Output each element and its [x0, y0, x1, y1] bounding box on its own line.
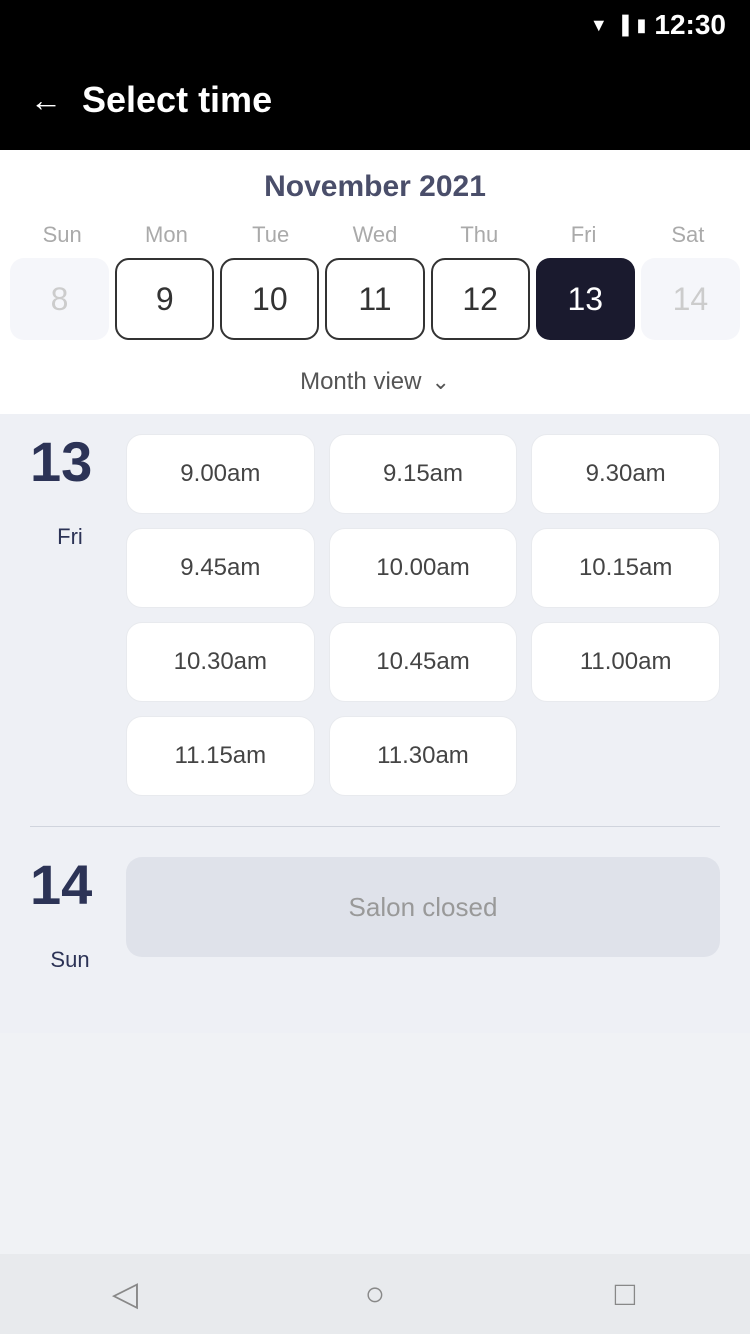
nav-recent-button[interactable]: □	[595, 1264, 655, 1324]
weekday-mon: Mon	[114, 222, 218, 248]
month-view-toggle[interactable]: Month view ⌄	[0, 354, 750, 414]
day-info-13: 13 Fri	[30, 434, 110, 550]
day-name-14: Sun	[30, 947, 110, 973]
header: ← Select time	[0, 50, 750, 150]
signal-icon: ▐	[616, 15, 629, 36]
salon-closed-label: Salon closed	[349, 892, 498, 923]
day-13[interactable]: 13	[536, 258, 635, 340]
time-slot-1000am[interactable]: 10.00am	[329, 528, 518, 608]
weekday-thu: Thu	[427, 222, 531, 248]
time-slot-930am[interactable]: 9.30am	[531, 434, 720, 514]
day-name-13: Fri	[30, 524, 110, 550]
day-number-14: 14	[30, 857, 110, 913]
day-section-13: 13 Fri 9.00am 9.15am 9.30am 9.45am 10.00…	[30, 434, 720, 796]
calendar-section: November 2021 Sun Mon Tue Wed Thu Fri Sa…	[0, 150, 750, 414]
time-slot-1015am[interactable]: 10.15am	[531, 528, 720, 608]
time-slot-1100am[interactable]: 11.00am	[531, 622, 720, 702]
day-row-13: 13 Fri 9.00am 9.15am 9.30am 9.45am 10.00…	[30, 434, 720, 796]
day-10[interactable]: 10	[220, 258, 319, 340]
time-slot-900am[interactable]: 9.00am	[126, 434, 315, 514]
day-info-14: 14 Sun	[30, 857, 110, 973]
day-12[interactable]: 12	[431, 258, 530, 340]
weekday-tue: Tue	[219, 222, 323, 248]
time-grid-13: 9.00am 9.15am 9.30am 9.45am 10.00am 10.1…	[126, 434, 720, 796]
days-row: 8 9 10 11 12 13 14	[0, 258, 750, 340]
time-slot-1115am[interactable]: 11.15am	[126, 716, 315, 796]
day-11[interactable]: 11	[325, 258, 424, 340]
month-label: November 2021	[0, 170, 750, 204]
weekday-sun: Sun	[10, 222, 114, 248]
battery-icon: ▮	[636, 15, 646, 36]
time-slot-1030am[interactable]: 10.30am	[126, 622, 315, 702]
back-button[interactable]: ←	[30, 84, 62, 116]
weekday-wed: Wed	[323, 222, 427, 248]
closed-container: Salon closed	[126, 857, 720, 957]
nav-home-button[interactable]: ○	[345, 1264, 405, 1324]
day-8[interactable]: 8	[10, 258, 109, 340]
time-slot-945am[interactable]: 9.45am	[126, 528, 315, 608]
status-time: 12:30	[654, 9, 726, 41]
weekday-sat: Sat	[636, 222, 740, 248]
weekday-fri: Fri	[531, 222, 635, 248]
time-slots-section: 13 Fri 9.00am 9.15am 9.30am 9.45am 10.00…	[0, 414, 750, 1033]
weekday-row: Sun Mon Tue Wed Thu Fri Sat	[0, 222, 750, 248]
day-9[interactable]: 9	[115, 258, 214, 340]
bottom-nav: ◁ ○ □	[0, 1254, 750, 1334]
time-slot-915am[interactable]: 9.15am	[329, 434, 518, 514]
chevron-down-icon: ⌄	[431, 369, 449, 395]
status-bar: ▼ ▐ ▮ 12:30	[0, 0, 750, 50]
month-view-label: Month view	[300, 368, 421, 396]
day-number-13: 13	[30, 434, 110, 490]
day-section-14: 14 Sun Salon closed	[30, 857, 720, 973]
page-title: Select time	[82, 79, 272, 121]
time-slot-1130am[interactable]: 11.30am	[329, 716, 518, 796]
day-14[interactable]: 14	[641, 258, 740, 340]
time-slot-1045am[interactable]: 10.45am	[329, 622, 518, 702]
day-row-14: 14 Sun Salon closed	[30, 857, 720, 973]
salon-closed-box: Salon closed	[126, 857, 720, 957]
wifi-icon: ▼	[590, 15, 608, 36]
divider	[30, 826, 720, 827]
status-icons: ▼ ▐ ▮ 12:30	[590, 9, 726, 41]
nav-back-button[interactable]: ◁	[95, 1264, 155, 1324]
